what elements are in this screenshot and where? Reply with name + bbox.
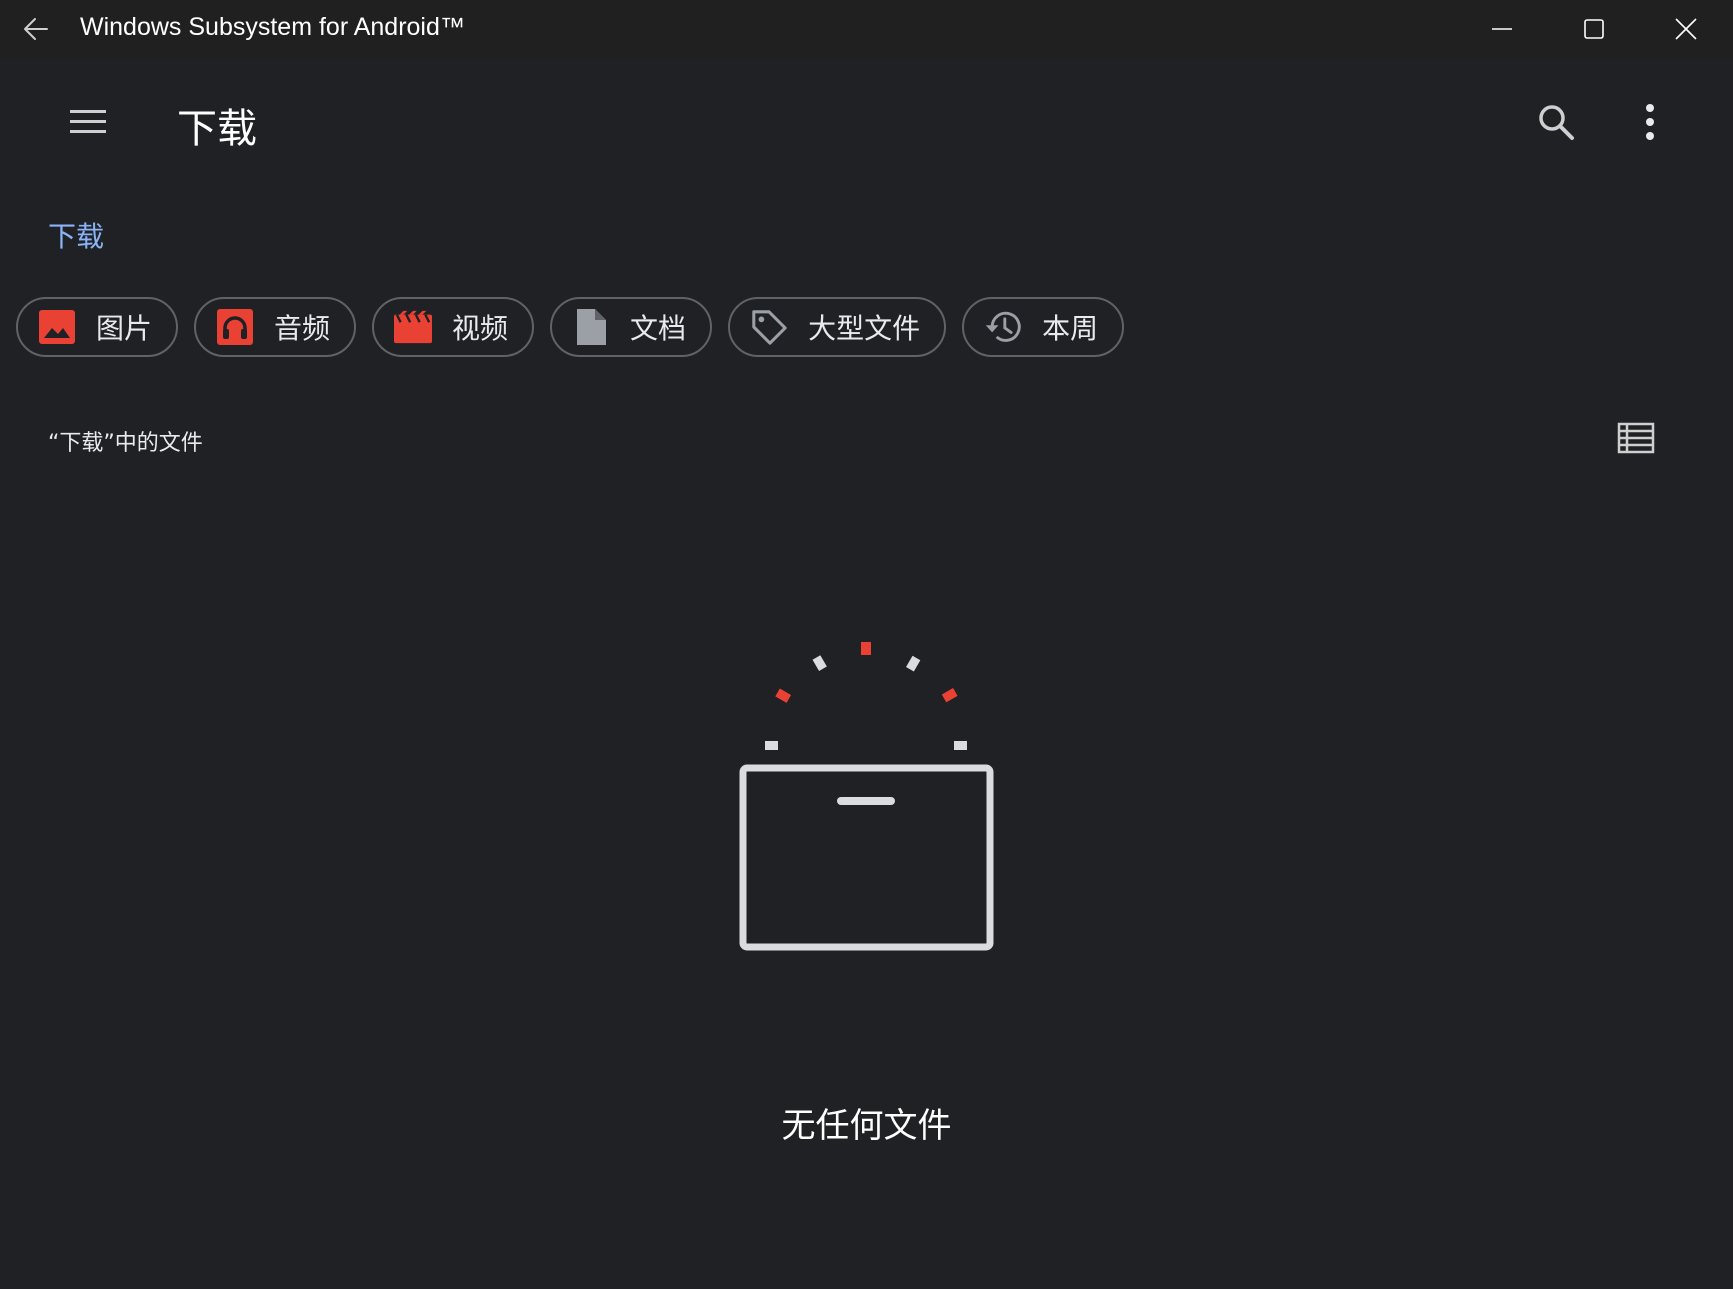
chip-label: 大型文件 — [808, 312, 921, 345]
app-bar: 下载 — [0, 58, 1733, 188]
page-title: 下载 — [177, 106, 257, 152]
search-icon — [1539, 105, 1574, 140]
spark — [812, 655, 827, 672]
close-button[interactable] — [1640, 0, 1732, 58]
spark — [906, 655, 921, 672]
arrow-left-icon — [24, 18, 48, 40]
back-button[interactable] — [16, 12, 56, 46]
window-title: Windows Subsystem for Android™ — [80, 13, 465, 41]
empty-state-message: 无任何文件 — [781, 1106, 952, 1146]
history-icon — [984, 308, 1022, 346]
minimize-button[interactable] — [1456, 0, 1548, 58]
image-icon — [38, 308, 76, 346]
title-bar: Windows Subsystem for Android™ — [0, 0, 1733, 58]
chip-label: 文档 — [630, 312, 687, 345]
spark — [765, 741, 778, 750]
chip-label: 视频 — [452, 312, 509, 345]
minimize-icon — [1492, 28, 1512, 30]
breadcrumb[interactable]: 下载 — [48, 215, 104, 255]
more-vert-icon — [1646, 104, 1654, 140]
maximize-icon — [1584, 19, 1604, 39]
chip-audio[interactable]: 音频 — [194, 297, 357, 357]
more-options-button[interactable] — [1624, 96, 1676, 148]
chip-label: 音频 — [274, 312, 331, 345]
section-title: “下载”中的文件 — [48, 431, 203, 456]
chip-label: 图片 — [96, 312, 153, 345]
maximize-button[interactable] — [1548, 0, 1640, 58]
chip-images[interactable]: 图片 — [16, 297, 179, 357]
category-chips: 图片 音频 视频 文档 大型文件 本周 — [16, 297, 1125, 361]
chip-documents[interactable]: 文档 — [550, 297, 713, 357]
close-icon — [1675, 18, 1697, 40]
document-icon — [572, 308, 610, 346]
chip-large-files[interactable]: 大型文件 — [728, 297, 947, 357]
spark — [954, 741, 967, 750]
search-button[interactable] — [1530, 96, 1582, 148]
list-view-toggle-button[interactable] — [1614, 416, 1658, 460]
chip-this-week[interactable]: 本周 — [962, 297, 1125, 357]
spark — [775, 688, 792, 703]
spark — [941, 688, 958, 703]
hamburger-menu-icon — [70, 110, 106, 133]
empty-box-illustration — [739, 642, 994, 951]
view-list-icon — [1617, 422, 1655, 454]
chip-videos[interactable]: 视频 — [372, 297, 535, 357]
menu-button[interactable] — [64, 98, 112, 146]
movie-icon — [394, 308, 433, 346]
app-window: Windows Subsystem for Android™ 下载 下载 图片 … — [0, 0, 1733, 1289]
spark — [861, 642, 871, 655]
chip-label: 本周 — [1042, 312, 1099, 345]
headphones-icon — [216, 308, 254, 346]
tag-icon — [750, 308, 788, 346]
